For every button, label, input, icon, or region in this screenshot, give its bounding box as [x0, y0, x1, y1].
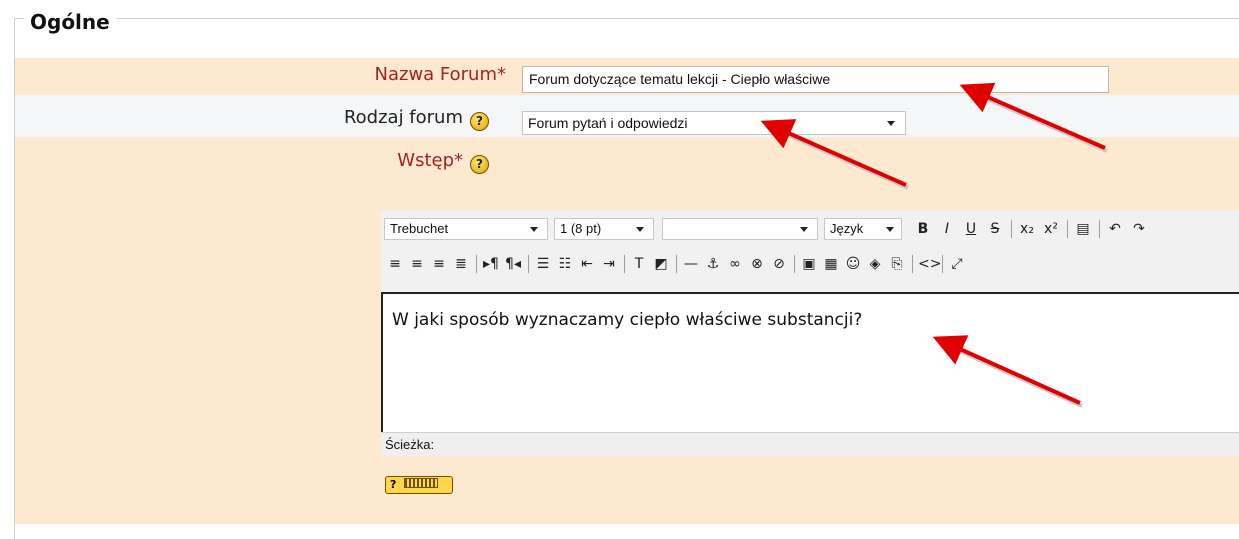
arrow-editor-content — [932, 335, 1081, 405]
arrow-forum-type — [760, 119, 907, 187]
annotation-arrows — [760, 82, 1108, 408]
arrow-forum-name — [959, 82, 1106, 150]
